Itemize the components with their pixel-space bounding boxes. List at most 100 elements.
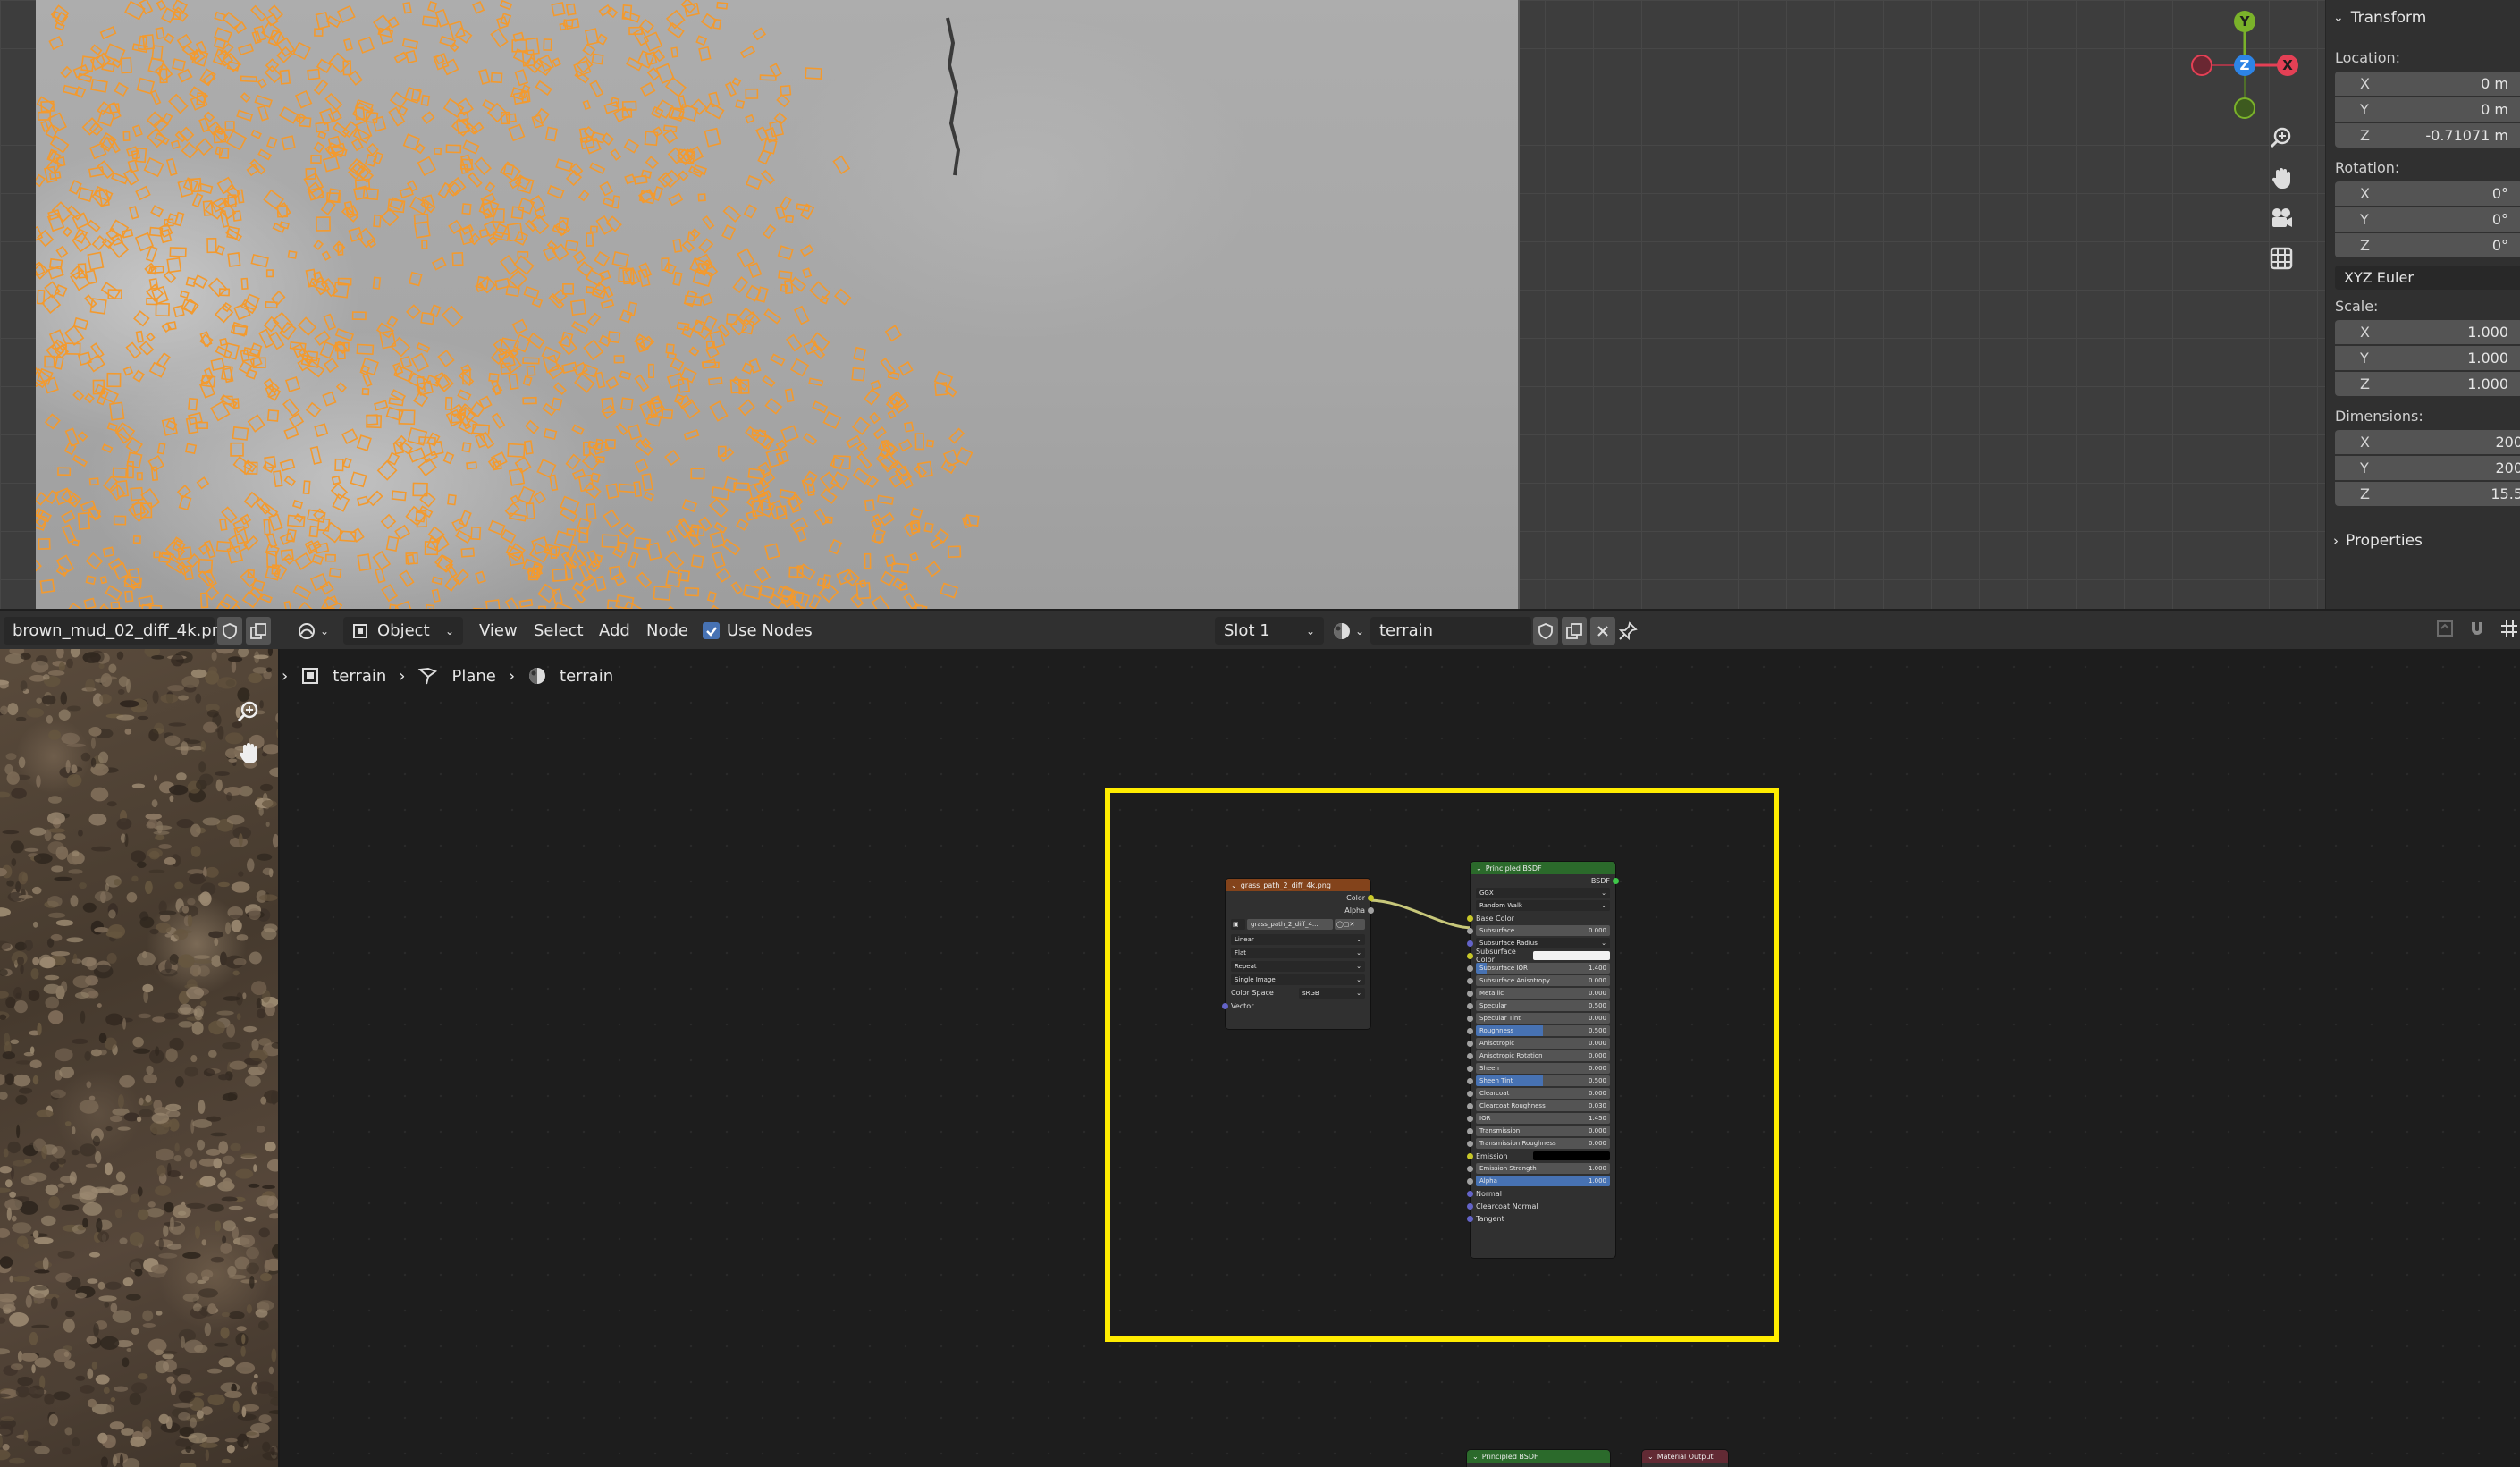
shield-icon[interactable] <box>217 617 242 645</box>
pan-hand-icon[interactable] <box>2265 162 2297 194</box>
bsdf-input-row[interactable]: Anisotropic Rotation 0.000 <box>1467 1050 1615 1062</box>
bsdf-input-socket[interactable] <box>1467 965 1473 972</box>
color-output-socket[interactable] <box>1368 895 1374 901</box>
bsdf-input-row[interactable]: IOR 1.450 <box>1467 1112 1615 1125</box>
new-material-icon[interactable] <box>1562 617 1587 645</box>
alpha-row[interactable]: Alpha 1.000 <box>1467 1175 1615 1187</box>
bsdf-input-socket[interactable] <box>1467 991 1473 997</box>
image-browse-icon[interactable]: ▣ <box>1231 919 1245 930</box>
interpolation-row[interactable]: Linear ⌄ <box>1226 932 1370 946</box>
gizmo-y-axis[interactable]: Y <box>2234 11 2255 32</box>
menu-node[interactable]: Node <box>646 611 688 651</box>
image-texture-node[interactable]: ⌄ grass_path_2_diff_4k.png Color Alpha ▣… <box>1222 879 1374 1029</box>
grid-view-icon[interactable] <box>2265 242 2297 274</box>
image-node-header[interactable]: ⌄ grass_path_2_diff_4k.png <box>1226 879 1370 891</box>
editor-type-button[interactable]: ⌄ <box>297 611 329 651</box>
bsdf-input-socket[interactable] <box>1467 1016 1473 1022</box>
bsdf-input-socket[interactable] <box>1467 1053 1473 1059</box>
bsdf-input-socket[interactable] <box>1467 1116 1473 1122</box>
base-color-socket[interactable] <box>1467 915 1473 922</box>
rotation-y-field[interactable]: Y 0° <box>2335 207 2520 232</box>
bsdf-input-row[interactable]: Specular 0.500 <box>1467 999 1615 1012</box>
rotation-mode-dropdown[interactable]: XYZ Euler <box>2335 266 2520 290</box>
fake-user-shield-icon[interactable] <box>1533 617 1558 645</box>
terrain-plane[interactable] <box>36 0 1520 609</box>
bsdf-output-socket[interactable] <box>1613 878 1619 884</box>
location-z-field[interactable]: Z -0.71071 m <box>2335 123 2520 148</box>
bsdf-input-field[interactable]: Sheen Tint 0.500 <box>1476 1075 1610 1086</box>
gizmo-z-axis[interactable]: Z <box>2234 55 2255 76</box>
emission-strength-field[interactable]: Emission Strength 1.000 <box>1476 1163 1610 1174</box>
bsdf-input-socket[interactable] <box>1467 1078 1473 1084</box>
bsdf-input-socket[interactable] <box>1467 1128 1473 1134</box>
subsurface-method-row[interactable]: Random Walk ⌄ <box>1471 899 1615 912</box>
principled-bsdf-node-2[interactable]: ⌄ Principled BSDF <box>1467 1450 1610 1467</box>
bsdf-input-socket[interactable] <box>1467 953 1473 959</box>
parent-node-tree-icon[interactable] <box>2435 619 2455 643</box>
material-output-node[interactable]: ⌄ Material Output <box>1642 1450 1728 1467</box>
color-space-row[interactable]: Color Space sRGB ⌄ <box>1226 986 1370 999</box>
slot-dropdown[interactable]: Slot 1 ⌄ <box>1215 617 1324 645</box>
bsdf-input-field[interactable]: Clearcoat 0.000 <box>1476 1088 1610 1099</box>
projection-dropdown[interactable]: Flat ⌄ <box>1231 947 1365 958</box>
bsdf-input-field[interactable]: Specular 0.500 <box>1476 1000 1610 1011</box>
alpha-socket[interactable] <box>1467 1178 1473 1185</box>
bsdf-input-socket[interactable] <box>1467 1066 1473 1072</box>
alpha-output-socket[interactable] <box>1368 907 1374 914</box>
material-browse-button[interactable]: ⌄ <box>1332 611 1364 651</box>
bsdf-input-field[interactable]: Transmission Roughness 0.000 <box>1476 1138 1610 1149</box>
bsdf-input-row[interactable]: Clearcoat 0.000 <box>1467 1087 1615 1100</box>
bsdf-input-field[interactable]: Metallic 0.000 <box>1476 988 1610 999</box>
image-editor-panel[interactable] <box>0 649 280 1467</box>
extension-dropdown[interactable]: Repeat ⌄ <box>1231 960 1365 972</box>
bsdf-input-row[interactable]: Transmission Roughness 0.000 <box>1467 1137 1615 1150</box>
bsdf-node-2-header[interactable]: ⌄ Principled BSDF <box>1467 1450 1610 1463</box>
color-space-dropdown[interactable]: sRGB ⌄ <box>1299 987 1365 999</box>
bsdf-input-socket[interactable] <box>1467 928 1473 934</box>
material-output-header[interactable]: ⌄ Material Output <box>1642 1450 1728 1463</box>
bsdf-input-socket[interactable] <box>1467 1028 1473 1034</box>
bsdf-input-row[interactable]: Transmission 0.000 <box>1467 1125 1615 1137</box>
scale-x-field[interactable]: X 1.000 <box>2335 320 2520 344</box>
interpolation-dropdown[interactable]: Linear ⌄ <box>1231 933 1365 945</box>
extension-row[interactable]: Repeat ⌄ <box>1226 959 1370 973</box>
principled-bsdf-node[interactable]: ⌄ Principled BSDF BSDF GGX ⌄ Random Walk ⌄… <box>1467 862 1619 1258</box>
dimensions-x-field[interactable]: X 200 <box>2335 430 2520 454</box>
zoom-icon[interactable] <box>2265 122 2297 154</box>
subsurface-color-swatch[interactable] <box>1533 951 1610 960</box>
bsdf-input-field[interactable]: Clearcoat Roughness 0.030 <box>1476 1100 1610 1111</box>
pin-icon[interactable] <box>1618 611 1638 651</box>
image-selector-row[interactable]: ▣ grass_path_2_diff_4... ◯▢✕ <box>1226 916 1370 932</box>
bsdf-input-row[interactable]: Subsurface 0.000 <box>1467 924 1615 937</box>
snap-grid-icon[interactable] <box>2499 619 2519 643</box>
sidebar-panel[interactable]: ⌄ Transform Location: X0 m Y0 m Z -0.7107… <box>2325 0 2520 609</box>
distribution-row[interactable]: GGX ⌄ <box>1471 887 1615 899</box>
bsdf-input-field[interactable]: Subsurface IOR 1.400 <box>1476 963 1610 974</box>
mode-dropdown[interactable]: Object ⌄ <box>343 617 463 645</box>
bsdf-input-field[interactable]: Anisotropic 0.000 <box>1476 1038 1610 1049</box>
bsdf-input-row[interactable]: Anisotropic 0.000 <box>1467 1037 1615 1050</box>
menu-add[interactable]: Add <box>599 611 630 651</box>
use-nodes-toggle[interactable]: Use Nodes <box>703 611 813 651</box>
projection-row[interactable]: Flat ⌄ <box>1226 946 1370 959</box>
tangent-socket[interactable] <box>1467 1216 1473 1222</box>
scale-y-field[interactable]: Y 1.000 <box>2335 346 2520 370</box>
bsdf-input-row[interactable]: Subsurface Anisotropy 0.000 <box>1467 974 1615 987</box>
normal-socket[interactable] <box>1467 1191 1473 1197</box>
duplicate-icon[interactable] <box>246 617 271 645</box>
distribution-dropdown[interactable]: GGX ⌄ <box>1476 888 1610 898</box>
bsdf-input-field[interactable]: Sheen 0.000 <box>1476 1063 1610 1074</box>
bsdf-input-row[interactable]: Clearcoat Roughness 0.030 <box>1467 1100 1615 1112</box>
material-name-field[interactable]: terrain <box>1370 617 1531 645</box>
rotation-x-field[interactable]: X 0° <box>2335 181 2520 206</box>
use-nodes-checkbox[interactable] <box>703 622 720 639</box>
bsdf-input-socket[interactable] <box>1467 940 1473 947</box>
image-file-buttons[interactable]: ◯▢✕ <box>1335 919 1365 930</box>
camera-view-icon[interactable] <box>2265 202 2297 234</box>
alpha-field[interactable]: Alpha 1.000 <box>1476 1176 1610 1186</box>
bsdf-input-row[interactable]: Subsurface IOR 1.400 <box>1467 962 1615 974</box>
emission-row[interactable]: Emission <box>1467 1150 1615 1162</box>
bsdf-input-row[interactable]: Roughness 0.500 <box>1467 1024 1615 1037</box>
bsdf-input-socket[interactable] <box>1467 978 1473 984</box>
bsdf-input-socket[interactable] <box>1467 1041 1473 1047</box>
